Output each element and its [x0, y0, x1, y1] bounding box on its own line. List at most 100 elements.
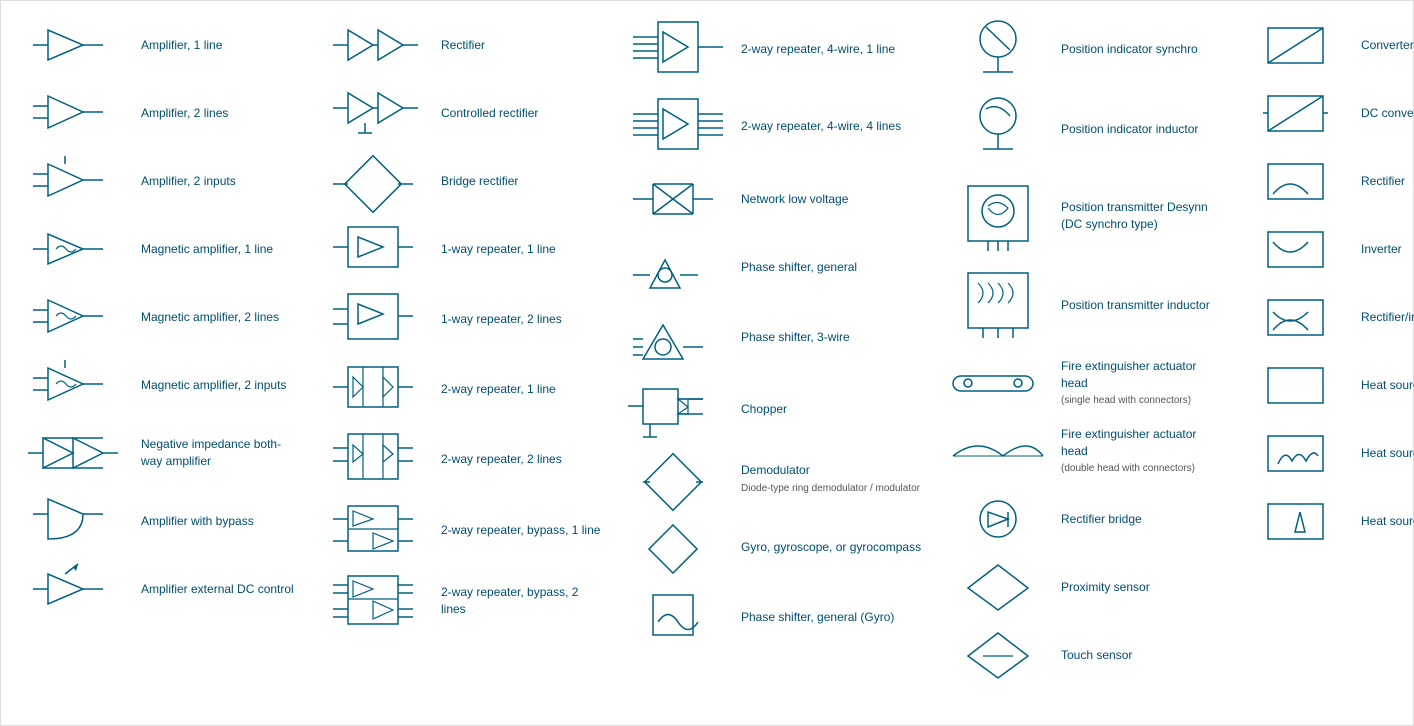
list-item: Phase shifter, general (Gyro) [616, 581, 926, 653]
list-item: Fire extinguisher actuator head (single … [936, 349, 1226, 417]
rep7-label: 2-way repeater, 4-wire, 1 line [735, 41, 922, 58]
amp4-label: Amplifier with bypass [135, 513, 302, 530]
rectinv1-label: Rectifier/inverter [1355, 309, 1414, 326]
rep5-label: 2-way repeater, bypass, 1 line [435, 522, 602, 539]
column-1: Amplifier, 1 line Amplifier, 2 lines [11, 11, 311, 689]
demod1-label: Demodulator Diode-type ring demodulator … [735, 462, 922, 496]
rep7-symbol [620, 17, 735, 82]
rep8-label: 2-way repeater, 4-wire, 4 lines [735, 118, 922, 135]
mag2-label: Magnetic amplifier, 2 lines [135, 309, 302, 326]
list-item: Bridge rectifier [316, 147, 606, 215]
rectb1-label: Rectifier bridge [1055, 511, 1222, 528]
list-item: 2-way repeater, bypass, 1 line [316, 495, 606, 565]
chop1-symbol [620, 379, 735, 439]
list-item: Magnetic amplifier, 2 inputs [16, 351, 306, 419]
rect1-symbol [320, 25, 435, 65]
heat2-label: Heat source, radioisotope [1355, 445, 1414, 462]
heat3-label: Heat source, combustion [1355, 513, 1414, 530]
list-item: Amplifier, 2 inputs [16, 147, 306, 215]
list-item: 2-way repeater, 4-wire, 1 line [616, 11, 926, 88]
phase1-symbol [620, 240, 735, 295]
pos1-label: Position indicator synchro [1055, 41, 1222, 58]
column-5: Converter, general DC converter [1231, 11, 1414, 689]
phase1-label: Phase shifter, general [735, 259, 922, 276]
list-item: Heat source, radioisotope [1236, 419, 1414, 487]
list-item: Phase shifter, general [616, 233, 926, 301]
list-item: Fire extinguisher actuator head (double … [936, 417, 1226, 485]
list-item: Proximity sensor [936, 553, 1226, 621]
list-item: 2-way repeater, bypass, 2 lines [316, 565, 606, 637]
list-item: Heat source, combustion [1236, 487, 1414, 555]
heat1-label: Heat source, general [1355, 377, 1414, 394]
bridge1-label: Bridge rectifier [435, 173, 602, 190]
rep3-label: 2-way repeater, 1 line [435, 381, 602, 398]
list-item: Rectifier [316, 11, 606, 79]
rep4-symbol [320, 429, 435, 489]
list-item: Negative impedance both-way amplifier [16, 419, 306, 487]
list-item: Amplifier, 1 line [16, 11, 306, 79]
list-item: Network low voltage [616, 165, 926, 233]
prox1-symbol [940, 560, 1055, 615]
heat1-symbol [1240, 358, 1355, 413]
touch1-symbol [940, 628, 1055, 683]
list-item: Position transmitter inductor [936, 262, 1226, 349]
list-item: Demodulator Diode-type ring demodulator … [616, 445, 926, 513]
list-item: 2-way repeater, 1 line [316, 355, 606, 423]
prox1-label: Proximity sensor [1055, 579, 1222, 596]
postrans2-label: Position transmitter inductor [1055, 297, 1222, 314]
rectinv1-symbol [1240, 290, 1355, 345]
list-item: Rectifier/inverter [1236, 283, 1414, 351]
list-item: Magnetic amplifier, 2 lines [16, 283, 306, 351]
rect3b-symbol [1240, 154, 1355, 209]
list-item: 2-way repeater, 4-wire, 4 lines [616, 88, 926, 165]
net1-label: Network low voltage [735, 191, 922, 208]
postrans2-symbol [940, 268, 1055, 343]
amp2-symbol [20, 88, 135, 138]
list-item: Position transmitter Desynn (DC synchro … [936, 170, 1226, 262]
conv1-symbol [1240, 18, 1355, 73]
amp1-label: Amplifier, 1 line [135, 37, 302, 54]
rep1-symbol [320, 222, 435, 277]
fire2-label: Fire extinguisher actuator head (double … [1055, 426, 1222, 477]
fire1-label: Fire extinguisher actuator head (single … [1055, 358, 1222, 409]
column-4: Position indicator synchro Position indi… [931, 11, 1231, 689]
inv1-label: Inverter [1355, 241, 1414, 258]
demod1-symbol [620, 452, 735, 507]
mag3-label: Magnetic amplifier, 2 inputs [135, 377, 302, 394]
amp5-symbol [20, 564, 135, 614]
list-item: 1-way repeater, 1 line [316, 215, 606, 283]
touch1-label: Touch sensor [1055, 647, 1222, 664]
list-item: Inverter [1236, 215, 1414, 283]
gyro1-label: Gyro, gyroscope, or gyrocompass [735, 539, 922, 556]
list-item: Rectifier bridge [936, 485, 1226, 553]
pos2-symbol [940, 94, 1055, 164]
rep3-symbol [320, 362, 435, 417]
rect2-symbol [320, 88, 435, 138]
rectb1-symbol [940, 497, 1055, 542]
fire1-symbol [940, 366, 1055, 401]
symbol-grid: Amplifier, 1 line Amplifier, 2 lines [11, 11, 1403, 689]
inv1-symbol [1240, 222, 1355, 277]
main-page: Amplifier, 1 line Amplifier, 2 lines [0, 0, 1414, 726]
amp2-label: Amplifier, 2 lines [135, 105, 302, 122]
column-3: 2-way repeater, 4-wire, 1 line [611, 11, 931, 689]
rep5-symbol [320, 501, 435, 559]
list-item: Rectifier [1236, 147, 1414, 215]
list-item: Controlled rectifier [316, 79, 606, 147]
rep2-label: 1-way repeater, 2 lines [435, 311, 602, 328]
list-item: Magnetic amplifier, 1 line [16, 215, 306, 283]
amp5-label: Amplifier external DC control [135, 581, 302, 598]
neg1-label: Negative impedance both-way amplifier [135, 436, 302, 470]
list-item: Gyro, gyroscope, or gyrocompass [616, 513, 926, 581]
list-item: Phase shifter, 3-wire [616, 301, 926, 373]
phase3-label: Phase shifter, general (Gyro) [735, 609, 922, 626]
list-item: Converter, general [1236, 11, 1414, 79]
rep2-symbol [320, 289, 435, 349]
list-item: DC converter [1236, 79, 1414, 147]
rect3-label: Rectifier [1355, 173, 1414, 190]
list-item: Amplifier with bypass [16, 487, 306, 555]
heat3-symbol [1240, 494, 1355, 549]
amp3-symbol [20, 156, 135, 206]
postrans1-label: Position transmitter Desynn (DC synchro … [1055, 199, 1222, 233]
list-item: Heat source, general [1236, 351, 1414, 419]
